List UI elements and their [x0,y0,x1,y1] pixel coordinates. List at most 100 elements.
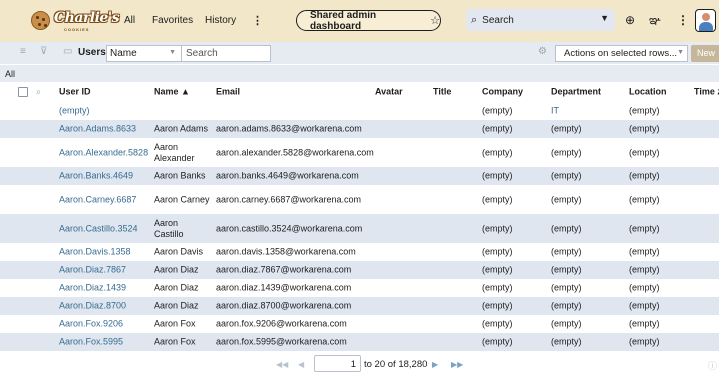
nav-favorites[interactable]: Favorites [152,15,193,26]
cell-user-id[interactable]: Aaron.Banks.4649 [59,171,133,182]
prev-page-icon[interactable]: ◀ [298,360,304,369]
select-all-checkbox[interactable] [18,86,28,97]
cell-user-id[interactable]: Aaron.Davis.1358 [59,247,131,258]
global-search-label: Search [482,14,514,26]
col-header-title[interactable]: Title [433,86,451,97]
col-header-time-zone[interactable]: Time z [694,86,719,97]
cell-name: Aaron Carney [154,194,210,204]
page-range-text: to 20 of 18,280 [364,359,428,370]
cell-user-id[interactable]: Aaron.Diaz.7867 [59,265,126,276]
nav-history[interactable]: History [205,15,236,26]
col-header-name[interactable]: Name ▲ [154,86,190,97]
page-number-input[interactable]: 1 [314,355,361,372]
cell-email: aaron.diaz.7867@workarena.com [216,264,352,275]
col-header-company[interactable]: Company [482,86,523,97]
first-page-icon[interactable]: ◀◀ [276,360,288,369]
col-header-user-id[interactable]: User ID [59,86,91,97]
globe-icon[interactable]: ⊕ [625,13,635,27]
actions-select-value: Actions on selected rows... [564,48,677,59]
cell-department: (empty) [551,264,582,275]
cell-department: (empty) [551,223,582,233]
col-header-location[interactable]: Location [629,86,667,97]
cell-user-id[interactable]: (empty) [59,105,90,116]
cell-location: (empty) [629,300,660,311]
cell-location: (empty) [629,318,660,329]
col-header-department[interactable]: Department [551,86,601,97]
chat-bubble-icon[interactable]: ▭ [63,46,72,57]
search-field-select[interactable]: Name ▼ [106,45,182,62]
cell-email: aaron.carney.6687@workarena.com [216,194,362,204]
table-row[interactable]: Aaron.Diaz.1439 Aaron Diaz aaron.diaz.14… [0,279,719,297]
table-row[interactable]: Aaron.Diaz.7867 Aaron Diaz aaron.diaz.78… [0,261,719,279]
cell-company: (empty) [482,105,513,115]
table-row[interactable]: Aaron.Carney.6687 Aaron Carney aaron.car… [0,185,719,214]
cell-department: (empty) [551,194,582,204]
table-row[interactable]: Aaron.Fox.9206 Aaron Fox aaron.fox.9206@… [0,315,719,333]
cell-location: (empty) [629,264,660,275]
cell-location: (empty) [629,147,660,157]
cell-department: (empty) [551,123,582,134]
table-row[interactable]: (empty) (empty) IT (empty) [0,101,719,120]
dashboard-pill-label: Shared admin dashboard [310,9,377,32]
table-row[interactable]: Aaron.Fox.5995 Aaron Fox aaron.fox.5995@… [0,333,719,351]
user-avatar[interactable] [695,9,716,32]
cell-department: (empty) [551,282,582,293]
cell-department[interactable]: IT [551,105,559,116]
cell-name: Aaron Adams [154,123,209,134]
global-search[interactable]: ⌕ Search ▼ [466,9,615,31]
cell-user-id[interactable]: Aaron.Fox.9206 [59,319,123,330]
col-header-avatar[interactable]: Avatar [375,86,403,97]
chevron-down-icon[interactable]: ▼ [600,13,609,23]
list-toolbar: ≡ ⊽ ▭ Users Name ▼ Search ⚙ Actions on s… [0,42,719,64]
cell-email: aaron.castillo.3524@workarena.com [216,223,363,233]
search-input[interactable]: Search [181,45,271,62]
gear-icon[interactable]: ⚙ [538,46,547,57]
cell-department: (empty) [551,300,582,311]
cell-department: (empty) [551,336,582,347]
cell-company: (empty) [482,336,513,347]
hamburger-menu-icon[interactable]: ≡ [20,46,26,57]
more-vertical-icon[interactable]: ⋮ [252,14,263,27]
info-icon[interactable]: ⓘ [708,359,717,372]
dashboard-pill[interactable]: Shared admin dashboard ☆ [296,9,441,32]
filter-icon[interactable]: ⊽ [40,46,47,57]
brand-logo-text[interactable]: Charlie's [54,10,119,26]
cell-user-id[interactable]: Aaron.Fox.5995 [59,337,123,348]
table-row[interactable]: Aaron.Davis.1358 Aaron Davis aaron.davis… [0,243,719,261]
breadcrumb-all[interactable]: All [5,69,15,79]
cell-location: (empty) [629,223,660,233]
cell-user-id[interactable]: Aaron.Adams.8633 [59,124,136,135]
table-row[interactable]: Aaron.Banks.4649 Aaron Banks aaron.banks… [0,167,719,185]
cell-email: aaron.fox.9206@workarena.com [216,318,347,329]
cell-location: (empty) [629,105,660,115]
cell-user-id[interactable]: Aaron.Alexander.5828 [59,147,148,158]
search-icon[interactable]: ⌕ [36,86,41,97]
cell-email: aaron.alexander.5828@workarena.com [216,147,374,157]
nav-all[interactable]: All [124,15,135,26]
cell-company: (empty) [482,300,513,311]
cell-location: (empty) [629,282,660,293]
star-outline-icon[interactable]: ☆ [430,14,440,27]
pagination-bar: ◀◀ ◀ 1 to 20 of 18,280 ▶ ▶▶ ⓘ [0,353,719,374]
cell-user-id[interactable]: Aaron.Carney.6687 [59,194,136,205]
cookie-logo-icon[interactable] [31,11,50,30]
cell-location: (empty) [629,170,660,181]
cell-company: (empty) [482,282,513,293]
cell-company: (empty) [482,170,513,181]
cell-user-id[interactable]: Aaron.Diaz.8700 [59,301,126,312]
col-header-email[interactable]: Email [216,86,240,97]
cell-user-id[interactable]: Aaron.Diaz.1439 [59,283,126,294]
next-page-icon[interactable]: ▶ [432,360,438,369]
cell-email: aaron.davis.1358@workarena.com [216,246,356,257]
table-row[interactable]: Aaron.Adams.8633 Aaron Adams aaron.adams… [0,120,719,138]
chat-icon[interactable]: ఞ [649,13,661,30]
table-row[interactable]: Aaron.Castillo.3524 Aaron Castillo aaron… [0,214,719,243]
table-row[interactable]: Aaron.Diaz.8700 Aaron Diaz aaron.diaz.87… [0,297,719,315]
more-vertical-icon-right[interactable]: ⋮ [677,13,689,27]
new-button[interactable]: New [691,45,719,62]
last-page-icon[interactable]: ▶▶ [451,360,463,369]
search-icon: ⌕ [471,13,478,26]
cell-user-id[interactable]: Aaron.Castillo.3524 [59,223,138,234]
table-row[interactable]: Aaron.Alexander.5828 Aaron Alexander aar… [0,138,719,167]
actions-select[interactable]: Actions on selected rows... ▼ [555,45,688,62]
